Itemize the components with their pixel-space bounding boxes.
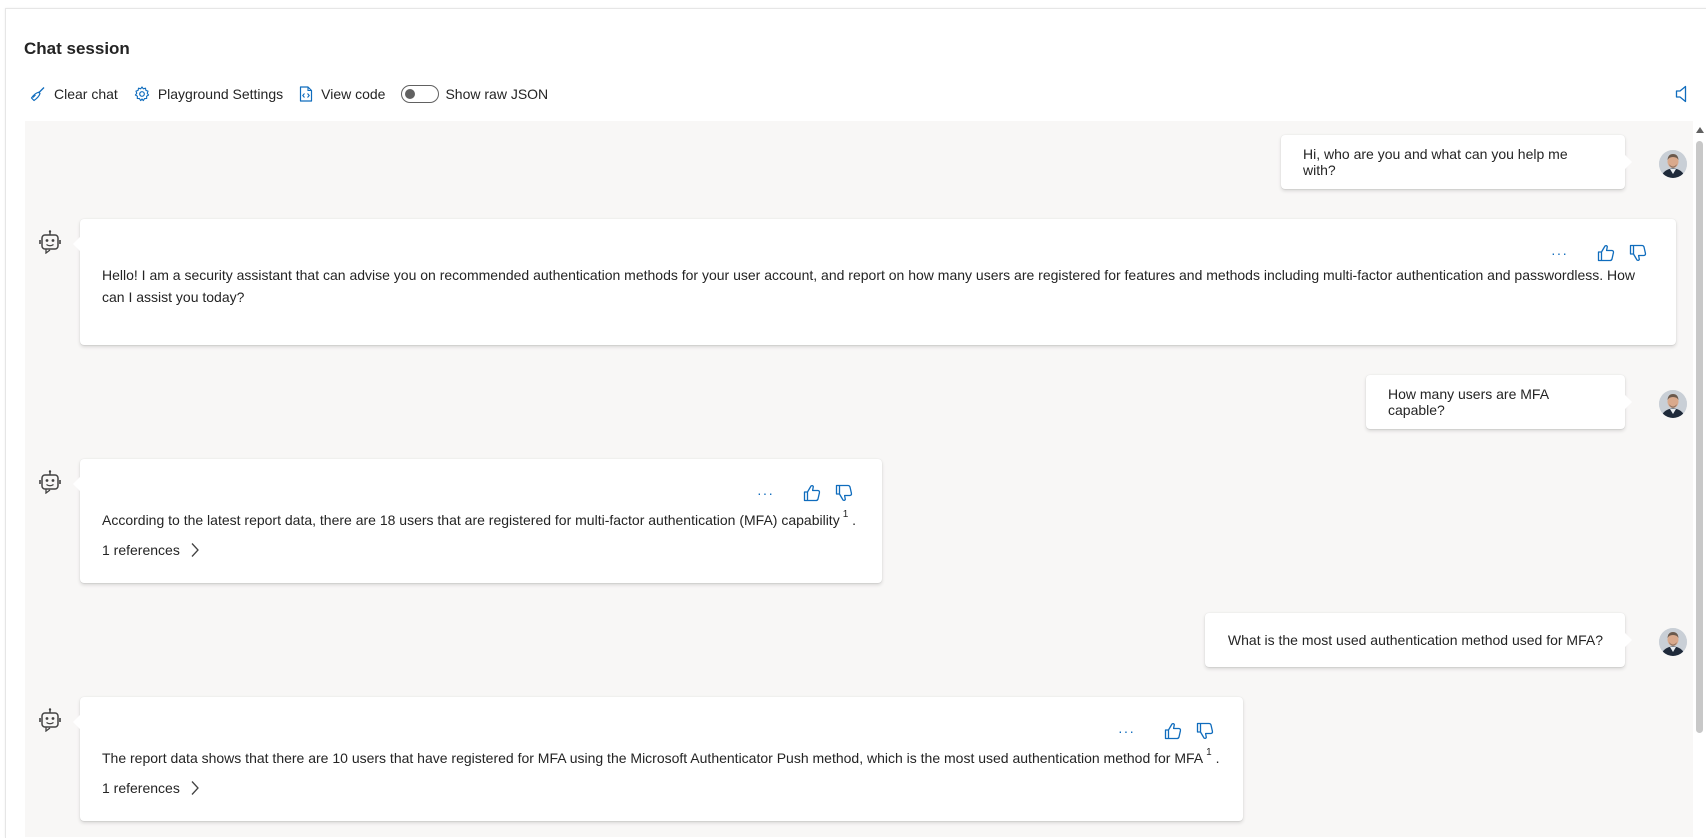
show-raw-json-toggle[interactable]: [401, 85, 440, 103]
assistant-message-body: Hello! I am a security assistant that ca…: [102, 267, 1636, 305]
sentence-end: .: [1215, 750, 1220, 766]
message-actions: ···: [1551, 243, 1648, 263]
user-message-text: What is the most used authentication met…: [1227, 632, 1603, 648]
assistant-message: ··· Hello! I am a security assistant tha…: [73, 219, 1676, 345]
thumbs-down-icon[interactable]: [834, 483, 854, 503]
gear-icon: [134, 86, 149, 102]
assistant-message: ··· The report data shows that there are…: [73, 697, 1243, 821]
more-options-icon[interactable]: ···: [757, 485, 774, 501]
thumbs-up-icon[interactable]: [1596, 243, 1616, 263]
user-message: What is the most used authentication met…: [1205, 613, 1632, 667]
chevron-right-icon: [190, 542, 200, 558]
chat-area: Hi, who are you and what can you help me…: [25, 121, 1693, 837]
playground-settings-label: Playground Settings: [157, 86, 284, 102]
assistant-message-body: According to the latest report data, the…: [102, 512, 840, 528]
assistant-message-text: The report data shows that there are 10 …: [102, 742, 1219, 769]
chevron-right-icon: [190, 780, 200, 796]
view-code-button[interactable]: View code: [299, 86, 385, 102]
thumbs-down-icon[interactable]: [1195, 721, 1215, 741]
user-message-text: Hi, who are you and what can you help me…: [1303, 146, 1568, 178]
broom-icon: [30, 87, 45, 102]
user-message: Hi, who are you and what can you help me…: [1281, 135, 1632, 189]
assistant-message: ··· According to the latest report data,…: [73, 459, 882, 583]
message-actions: ···: [757, 483, 854, 503]
speaker-icon[interactable]: [1675, 85, 1689, 103]
scroll-up-arrow[interactable]: [1696, 127, 1704, 133]
clear-chat-button[interactable]: Clear chat: [30, 86, 118, 102]
message-actions: ···: [1118, 721, 1215, 741]
bot-icon: [39, 230, 61, 254]
user-avatar: [1659, 150, 1687, 178]
references-link[interactable]: 1 references: [102, 780, 200, 796]
citation-marker[interactable]: 1: [843, 509, 849, 520]
toggle-knob: [405, 89, 416, 99]
clear-chat-label: Clear chat: [54, 86, 118, 102]
user-avatar: [1659, 390, 1687, 418]
assistant-message-text: Hello! I am a security assistant that ca…: [102, 264, 1644, 308]
assistant-message-body: The report data shows that there are 10 …: [102, 750, 1204, 766]
more-options-icon[interactable]: ···: [1551, 245, 1568, 261]
user-message: How many users are MFA capable?: [1366, 375, 1632, 429]
citation-marker[interactable]: 1: [1206, 747, 1212, 758]
thumbs-up-icon[interactable]: [802, 483, 822, 503]
assistant-message-text: According to the latest report data, the…: [102, 504, 856, 531]
thumbs-up-icon[interactable]: [1163, 721, 1183, 741]
show-raw-json-label: Show raw JSON: [445, 86, 549, 102]
references-label: 1 references: [102, 542, 180, 558]
code-file-icon: [300, 86, 313, 102]
user-message-text: How many users are MFA capable?: [1388, 386, 1549, 418]
references-label: 1 references: [102, 780, 180, 796]
view-code-label: View code: [321, 86, 386, 102]
bot-icon: [39, 708, 61, 732]
thumbs-down-icon[interactable]: [1628, 243, 1648, 263]
page-title: Chat session: [24, 39, 130, 58]
bot-icon: [39, 470, 61, 494]
sentence-end: .: [852, 512, 857, 528]
references-link[interactable]: 1 references: [102, 542, 200, 558]
user-avatar: [1659, 628, 1687, 656]
chat-toolbar: Clear chat Playground Settings View code…: [30, 83, 548, 105]
playground-settings-button[interactable]: Playground Settings: [134, 86, 283, 102]
more-options-icon[interactable]: ···: [1118, 723, 1135, 739]
chat-scrollbar[interactable]: [1693, 121, 1706, 837]
scroll-thumb[interactable]: [1696, 141, 1703, 733]
